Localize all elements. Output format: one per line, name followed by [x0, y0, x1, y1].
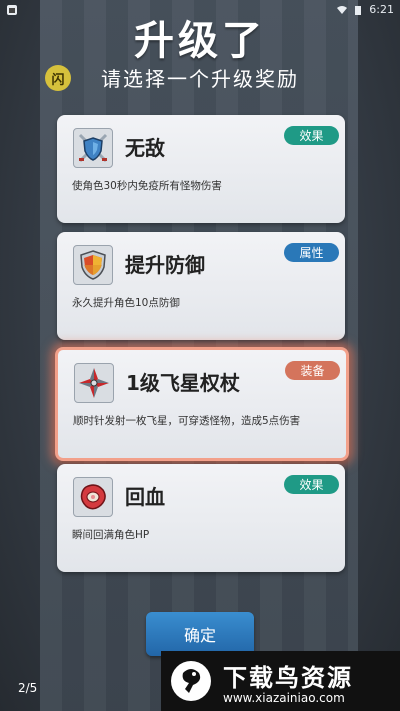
card-description: 使角色30秒内免疫所有怪物伤害 [72, 180, 222, 192]
card-title: 1级飞星权杖 [126, 371, 240, 395]
card-description: 永久提升角色10点防御 [72, 297, 180, 309]
page-title: 升级了 [134, 18, 266, 64]
card-tag: 效果 [284, 126, 339, 145]
meat-icon [80, 484, 106, 510]
card-icon-box [74, 363, 114, 403]
card-icon-box [73, 477, 113, 517]
watermark-banner: 下载鸟资源 www.xiazainiao.com [161, 651, 400, 711]
watermark-title: 下载鸟资源 [223, 663, 353, 692]
card-tag: 装备 [285, 361, 340, 380]
reward-card-invincible[interactable]: 无敌 使角色30秒内免疫所有怪物伤害 效果 [57, 115, 345, 223]
card-icon-box [73, 128, 113, 168]
card-title: 回血 [125, 485, 165, 509]
reward-card-heal[interactable]: 回血 瞬间回满角色HP 效果 [57, 464, 345, 572]
reward-card-star-scepter[interactable]: 1级飞星权杖 顺时针发射一枚飞星，可穿透怪物，造成5点伤害 装备 [55, 347, 349, 461]
page-indicator: 2/5 [18, 681, 38, 695]
card-title: 提升防御 [125, 253, 205, 277]
card-icon-box [73, 245, 113, 285]
watermark-url: www.xiazainiao.com [223, 690, 345, 705]
card-title: 无敌 [125, 136, 165, 160]
card-tag: 效果 [284, 475, 339, 494]
card-tag: 属性 [284, 243, 339, 262]
shield-swords-icon [78, 133, 108, 163]
reward-card-defense[interactable]: 提升防御 永久提升角色10点防御 属性 [57, 232, 345, 340]
confirm-button[interactable]: 确定 [146, 612, 254, 656]
shuriken-icon [79, 368, 109, 398]
page-subtitle: 请选择一个升级奖励 [101, 67, 299, 91]
card-description: 顺时针发射一枚飞星，可穿透怪物，造成5点伤害 [73, 415, 301, 427]
shield-icon [80, 250, 106, 280]
watermark-logo-icon [171, 661, 211, 701]
card-description: 瞬间回满角色HP [72, 529, 150, 541]
